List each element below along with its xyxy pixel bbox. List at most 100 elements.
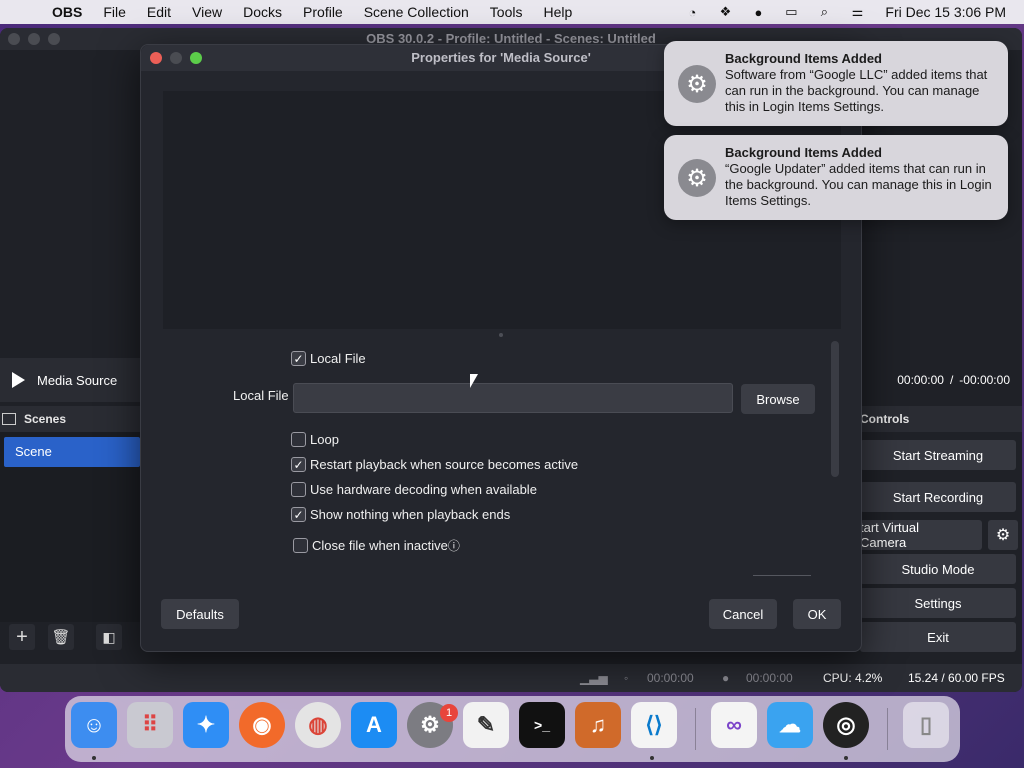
checkbox-checked-icon[interactable]: ✓: [291, 351, 306, 366]
vscode-icon[interactable]: ⟨⟩: [631, 702, 677, 748]
weather-icon[interactable]: ☁: [767, 702, 813, 748]
notification-title: Background Items Added: [725, 51, 882, 66]
menu-view[interactable]: View: [192, 4, 222, 20]
local-file-input[interactable]: [293, 383, 733, 413]
stream-time: 00:00:00: [647, 671, 694, 685]
safari-icon[interactable]: ✦: [183, 702, 229, 748]
cpu-usage: CPU: 4.2%: [823, 671, 883, 685]
play-icon[interactable]: [12, 372, 25, 388]
remove-scene-trash-icon[interactable]: 🗑: [48, 624, 74, 650]
notification-google-llc[interactable]: ⚙ Background Items Added Software from “…: [664, 41, 1008, 126]
stream-status-icon: ◦: [624, 671, 629, 685]
scene-list-item[interactable]: Scene: [4, 437, 140, 467]
hardware-decoding-label: Use hardware decoding when available: [310, 482, 537, 497]
system-settings-gear-icon: ⚙: [678, 159, 716, 197]
menu-file[interactable]: File: [103, 4, 126, 20]
controls-panel: 00:00:00 / -00:00:00 Controls Start Stre…: [860, 358, 1022, 658]
menu-help[interactable]: Help: [543, 4, 572, 20]
signal-icon: ▁▃▅: [580, 671, 608, 685]
menu-bar: OBS File Edit View Docks Profile Scene C…: [0, 0, 1024, 24]
scenes-title: Scenes: [24, 412, 67, 426]
controls-dock-header: Controls: [860, 406, 1022, 432]
loop-label: Loop: [310, 432, 339, 447]
help-info-icon[interactable]: ⓘ: [448, 537, 460, 554]
time-current: 00:00:00: [897, 373, 944, 387]
control-center-icon[interactable]: ⚌: [848, 4, 866, 20]
add-scene-button[interactable]: +: [9, 624, 35, 650]
notification-google-updater[interactable]: ⚙ Background Items Added “Google Updater…: [664, 135, 1008, 220]
checkbox-unchecked-icon[interactable]: [291, 482, 306, 497]
finder-icon[interactable]: ☺: [71, 702, 117, 748]
dock: ☺ ⠿ ✦ ◉ ◍ A ⚙ ✎ >_ ♫ ⟨⟩ ∞ ☁ ◎ ▯: [65, 696, 960, 762]
virtual-camera-gear-icon[interactable]: ⚙: [988, 520, 1018, 550]
checkbox-unchecked-icon[interactable]: [291, 432, 306, 447]
time-machine-icon[interactable]: ◔: [683, 4, 701, 20]
media-time: 00:00:00 / -00:00:00: [860, 358, 1022, 402]
splitter-handle[interactable]: [499, 333, 503, 337]
media-controls: Media Source: [0, 358, 140, 402]
close-file-inactive-option[interactable]: Close file when inactive ⓘ: [293, 537, 460, 554]
scene-list: Scene: [0, 432, 140, 622]
menu-profile[interactable]: Profile: [303, 4, 343, 20]
menu-tools[interactable]: Tools: [490, 4, 523, 20]
menu-scene-collection[interactable]: Scene Collection: [364, 4, 469, 20]
hardware-decoding-option[interactable]: Use hardware decoding when available: [291, 482, 537, 497]
divider-line: [753, 575, 811, 576]
scene-toolbar: + 🗑 ◧: [0, 624, 140, 654]
ok-button[interactable]: OK: [793, 599, 841, 629]
menu-docks[interactable]: Docks: [243, 4, 282, 20]
cancel-button[interactable]: Cancel: [709, 599, 777, 629]
running-indicator: [92, 756, 96, 760]
screen-mirror-icon[interactable]: ▭: [782, 4, 800, 20]
fps-readout: 15.24 / 60.00 FPS: [908, 671, 1005, 685]
dock-separator: [887, 708, 888, 750]
local-file-toggle-row[interactable]: ✓ Local File: [291, 351, 366, 366]
dock-float-icon[interactable]: [2, 413, 16, 425]
menu-edit[interactable]: Edit: [147, 4, 171, 20]
show-nothing-option[interactable]: ✓ Show nothing when playback ends: [291, 507, 510, 522]
exit-button[interactable]: Exit: [860, 622, 1016, 652]
settings-button[interactable]: Settings: [860, 588, 1016, 618]
trash-icon[interactable]: ▯: [903, 702, 949, 748]
mouse-pointer-icon: [470, 374, 478, 388]
notification-body: Software from “Google LLC” added items t…: [725, 67, 988, 114]
launchpad-icon[interactable]: ⠿: [127, 702, 173, 748]
browse-button[interactable]: Browse: [741, 384, 815, 414]
menu-clock[interactable]: Fri Dec 15 3:06 PM: [885, 4, 1006, 20]
media-source-name: Media Source: [37, 372, 118, 388]
scenes-dock-header: Scenes: [0, 406, 140, 432]
defaults-button[interactable]: Defaults: [161, 599, 239, 629]
record-status-icon: ●: [722, 671, 730, 685]
properties-scrollbar[interactable]: [831, 341, 839, 477]
firefox-icon[interactable]: ◉: [239, 702, 285, 748]
checkbox-checked-icon[interactable]: ✓: [291, 457, 306, 472]
menu-app-name[interactable]: OBS: [52, 4, 82, 20]
running-indicator: [650, 756, 654, 760]
time-separator: /: [949, 373, 954, 387]
close-file-inactive-label: Close file when inactive: [312, 538, 448, 553]
menu-extras: ◔ ❖ ● ▭ ⌕ ⚌ Fri Dec 15 3:06 PM: [683, 0, 1006, 24]
record-time: 00:00:00: [746, 671, 793, 685]
record-icon[interactable]: ●: [749, 4, 767, 20]
obs-icon[interactable]: ◎: [823, 702, 869, 748]
checkbox-checked-icon[interactable]: ✓: [291, 507, 306, 522]
spotlight-search-icon[interactable]: ⌕: [815, 4, 833, 20]
scene-filters-icon[interactable]: ◧: [96, 624, 122, 650]
start-streaming-button[interactable]: Start Streaming: [860, 440, 1016, 470]
dropbox-icon[interactable]: ❖: [716, 4, 734, 20]
start-recording-button[interactable]: Start Recording: [860, 482, 1016, 512]
restart-playback-option[interactable]: ✓ Restart playback when source becomes a…: [291, 457, 578, 472]
terminal-icon[interactable]: >_: [519, 702, 565, 748]
chrome-icon[interactable]: ◍: [295, 702, 341, 748]
local-file-checkbox-label: Local File: [310, 351, 366, 366]
start-virtual-camera-button[interactable]: tart Virtual Camera: [860, 520, 982, 550]
visual-studio-icon[interactable]: ∞: [711, 702, 757, 748]
app-store-icon[interactable]: A: [351, 702, 397, 748]
local-file-field-label: Local File: [233, 388, 289, 403]
checkbox-unchecked-icon[interactable]: [293, 538, 308, 553]
restart-playback-label: Restart playback when source becomes act…: [310, 457, 579, 472]
garageband-icon[interactable]: ♫: [575, 702, 621, 748]
loop-option[interactable]: Loop: [291, 432, 339, 447]
studio-mode-button[interactable]: Studio Mode: [860, 554, 1016, 584]
textedit-icon[interactable]: ✎: [463, 702, 509, 748]
